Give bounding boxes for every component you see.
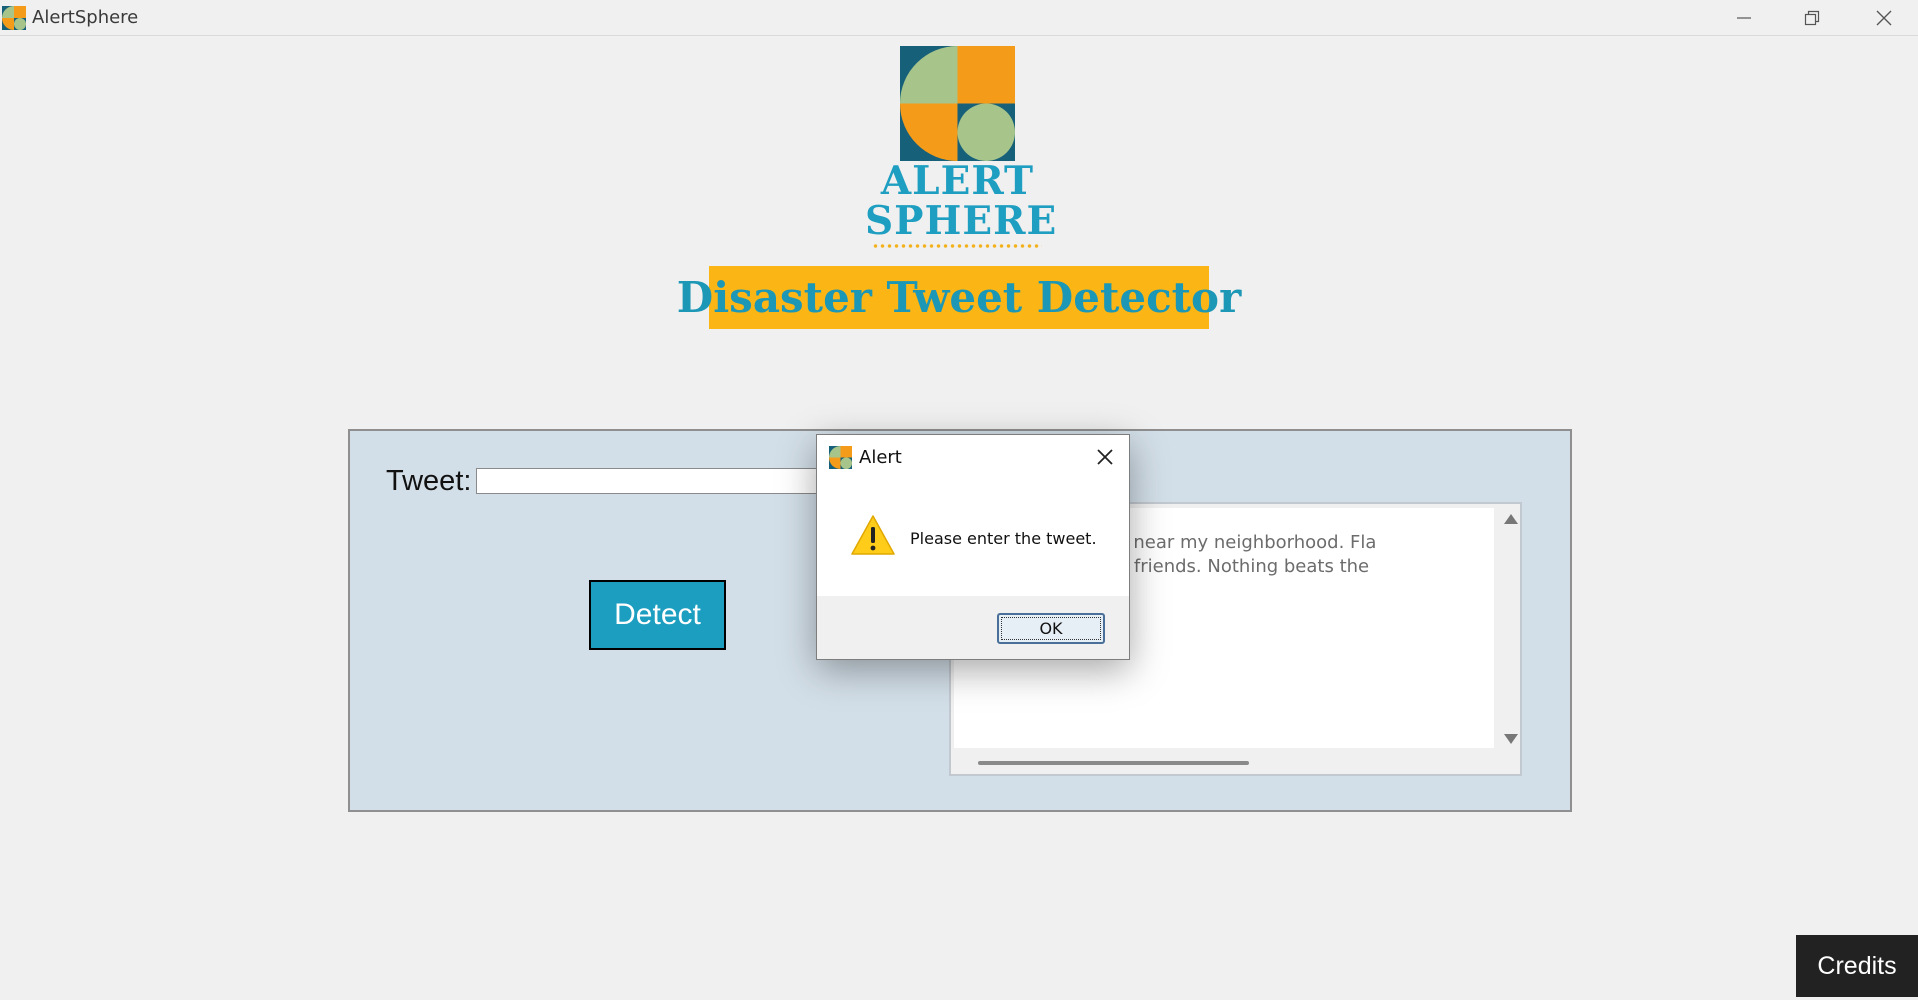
- horizontal-scrollbar[interactable]: [978, 761, 1249, 765]
- window-title: AlertSphere: [32, 7, 139, 28]
- close-icon: [1876, 10, 1892, 25]
- app-icon: [2, 6, 26, 30]
- logo-text-alert: ALERT: [880, 158, 1035, 204]
- dialog-title: Alert: [859, 447, 902, 468]
- warning-icon: [851, 515, 895, 555]
- dialog-message: Please enter the tweet.: [910, 529, 1097, 548]
- ok-button[interactable]: OK: [997, 613, 1105, 644]
- close-icon[interactable]: [1094, 446, 1116, 468]
- credits-button[interactable]: Credits: [1796, 935, 1918, 997]
- dialog-header: Alert: [817, 435, 1129, 479]
- minimize-button[interactable]: [1710, 0, 1778, 35]
- restore-button[interactable]: [1778, 0, 1846, 35]
- app-icon: [829, 446, 852, 469]
- title-bar: AlertSphere: [0, 0, 1918, 36]
- app-banner: Disaster Tweet Detector: [677, 266, 1241, 329]
- tweet-label: Tweet:: [386, 465, 472, 497]
- tweet-input[interactable]: [476, 468, 824, 494]
- detect-button[interactable]: Detect: [589, 580, 726, 650]
- logo-dots: [872, 244, 1042, 248]
- close-button[interactable]: [1850, 0, 1918, 35]
- restore-icon: [1804, 10, 1820, 25]
- dialog-footer: OK: [817, 596, 1129, 659]
- alert-dialog: Alert Please enter the tweet. OK: [816, 434, 1130, 660]
- scroll-up-icon[interactable]: [1504, 514, 1518, 524]
- logo-text-sphere: SPHERE: [865, 198, 1058, 244]
- logo-mark: [900, 46, 1015, 161]
- scroll-down-icon[interactable]: [1504, 734, 1518, 744]
- dialog-body: Please enter the tweet.: [817, 479, 1129, 596]
- minimize-icon: [1737, 16, 1751, 19]
